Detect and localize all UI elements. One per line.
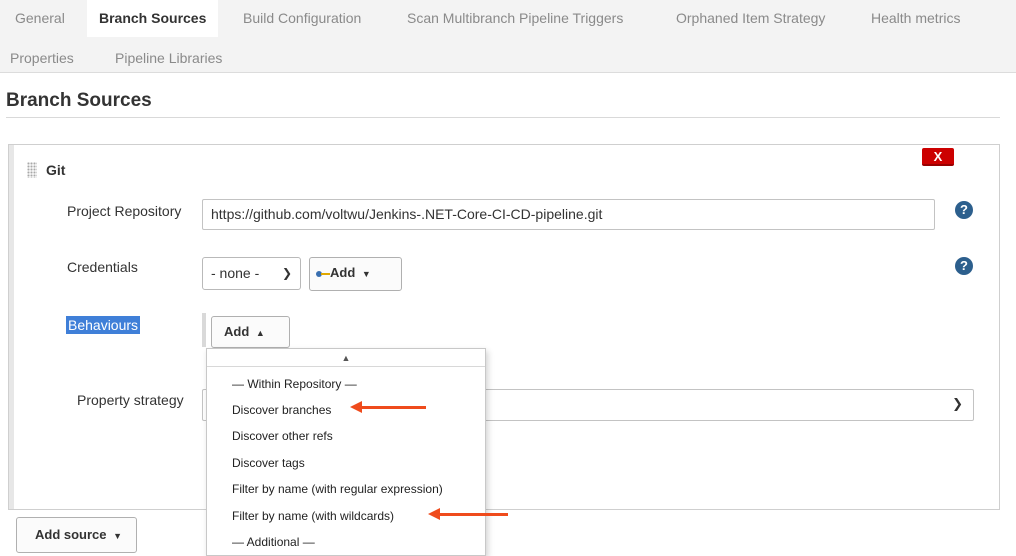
- config-tab-bar: General Branch Sources Build Configurati…: [0, 0, 1016, 73]
- menu-group-header: — Within Repository —: [232, 377, 357, 391]
- menu-item-discover-other-refs[interactable]: Discover other refs: [232, 429, 333, 443]
- menu-group-header: — Additional —: [232, 535, 315, 549]
- key-icon: [316, 270, 330, 278]
- help-icon[interactable]: ?: [955, 201, 973, 219]
- menu-item-discover-branches[interactable]: Discover branches: [232, 403, 331, 417]
- tab-pipeline-libraries[interactable]: Pipeline Libraries: [115, 48, 222, 68]
- annotation-arrow-icon: [350, 401, 426, 413]
- section-divider: [6, 117, 1000, 118]
- menu-item-filter-regex[interactable]: Filter by name (with regular expression): [232, 482, 443, 496]
- git-source-title: Git: [46, 162, 66, 178]
- tab-general[interactable]: General: [15, 8, 65, 28]
- behaviours-label: Behaviours: [66, 316, 141, 334]
- scroll-up-icon[interactable]: ▲: [207, 349, 485, 367]
- credentials-selected-value: - none -: [211, 265, 260, 281]
- add-credentials-button[interactable]: Add ▼: [309, 257, 402, 291]
- caret-up-icon: ▲: [255, 328, 265, 338]
- drag-handle-icon[interactable]: [27, 162, 37, 178]
- menu-item-discover-tags[interactable]: Discover tags: [232, 456, 305, 470]
- delete-source-button[interactable]: X: [922, 148, 954, 166]
- behaviours-dropdown-menu: ▲ — Within Repository — Discover branche…: [206, 348, 486, 556]
- menu-item-filter-wildcards[interactable]: Filter by name (with wildcards): [232, 509, 394, 523]
- project-repository-label: Project Repository: [67, 203, 182, 219]
- tab-build-configuration[interactable]: Build Configuration: [243, 8, 361, 28]
- caret-down-icon: ▼: [113, 531, 123, 541]
- tab-branch-sources[interactable]: Branch Sources: [87, 0, 219, 37]
- help-icon[interactable]: ?: [955, 257, 973, 275]
- git-source-panel: Git X Project Repository https://github.…: [8, 144, 1000, 510]
- project-repository-input[interactable]: https://github.com/voltwu/Jenkins-.NET-C…: [202, 199, 935, 230]
- chevron-down-icon: ❯: [281, 266, 292, 280]
- tab-properties[interactable]: Properties: [10, 48, 74, 68]
- add-credentials-label: Add: [330, 265, 356, 280]
- add-behaviour-label: Add: [224, 324, 250, 339]
- chevron-down-icon: ❯: [952, 396, 963, 411]
- property-strategy-label: Property strategy: [77, 392, 184, 408]
- annotation-arrow-icon: [428, 508, 508, 520]
- behaviours-repeat-bar: [202, 313, 206, 347]
- section-title: Branch Sources: [6, 90, 152, 111]
- caret-down-icon: ▼: [361, 269, 371, 279]
- tab-health-metrics[interactable]: Health metrics: [871, 8, 960, 28]
- add-source-button[interactable]: Add source ▼: [16, 517, 137, 553]
- add-behaviour-button[interactable]: Add ▲: [211, 316, 290, 348]
- add-source-label: Add source: [35, 527, 107, 542]
- tab-orphaned-item-strategy[interactable]: Orphaned Item Strategy: [676, 8, 825, 28]
- credentials-label: Credentials: [67, 259, 138, 275]
- credentials-select[interactable]: - none - ❯: [202, 257, 301, 290]
- tab-scan-multibranch-pipeline-triggers[interactable]: Scan Multibranch Pipeline Triggers: [407, 8, 623, 28]
